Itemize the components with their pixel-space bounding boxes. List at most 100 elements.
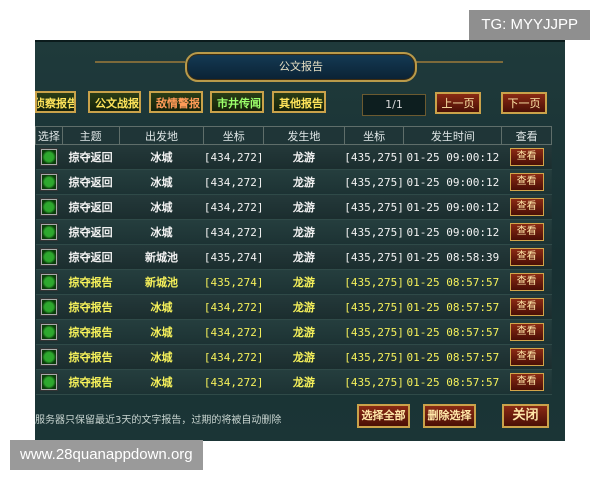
cell-time: 01-25 09:00:12 <box>403 144 502 170</box>
view-button[interactable]: 查看 <box>509 298 544 316</box>
cell-origin: 冰城 <box>119 344 204 370</box>
table-row[interactable]: 掠夺返回 新城池 [435,274] 龙游 [435,275] 01-25 08:58:3… <box>35 244 552 270</box>
col-header-origin-coord: 坐标 <box>203 126 265 145</box>
row-select-checkbox[interactable] <box>40 299 57 315</box>
cell-subject: 掠夺返回 <box>62 144 119 170</box>
tab-other-reports[interactable]: 其他报告 <box>272 91 326 113</box>
table-row[interactable]: 掠夺报告 冰城 [434,272] 龙游 [435,275] 01-25 08:57:57… <box>35 294 552 320</box>
cell-view: 查看 <box>501 244 552 270</box>
select-all-button[interactable]: 选择全部 <box>357 404 410 428</box>
tab-scout-report[interactable]: 侦察报告 <box>35 91 76 113</box>
cell-subject: 掠夺报告 <box>62 294 119 320</box>
table-row[interactable]: 掠夺返回 冰城 [434,272] 龙游 [435,275] 01-25 09:00:12… <box>35 169 552 195</box>
view-button[interactable]: 查看 <box>509 348 544 366</box>
table-row[interactable]: 掠夺报告 冰城 [434,272] 龙游 [435,275] 01-25 08:57:57… <box>35 369 552 395</box>
delete-selected-button[interactable]: 删除选择 <box>423 404 476 428</box>
cell-time: 01-25 08:57:57 <box>403 369 502 395</box>
cell-origin-coord: [434,272] <box>203 144 264 170</box>
retention-notice: 服务器只保留最近3天的文字报告，过期的将被自动删除 <box>35 415 282 426</box>
row-select-checkbox[interactable] <box>40 149 57 165</box>
view-button[interactable]: 查看 <box>509 173 544 191</box>
row-select-checkbox[interactable] <box>40 199 57 215</box>
cell-time: 01-25 08:58:39 <box>403 244 502 270</box>
cell-view: 查看 <box>501 169 552 195</box>
view-button[interactable]: 查看 <box>509 148 544 166</box>
row-select-checkbox[interactable] <box>40 274 57 290</box>
row-select-checkbox[interactable] <box>40 224 57 240</box>
col-header-destination: 发生地 <box>263 126 345 145</box>
tab-enemy-alert[interactable]: 敌情警报 <box>149 91 203 113</box>
cell-time: 01-25 08:57:57 <box>403 319 502 345</box>
cell-subject: 掠夺报告 <box>62 344 119 370</box>
report-table: 选择 主题 出发地 坐标 发生地 坐标 发生时间 查看 掠夺返回 冰城 [434,2… <box>35 126 552 395</box>
cell-time: 01-25 08:57:57 <box>403 344 502 370</box>
cell-checkbox <box>35 144 63 170</box>
cell-view: 查看 <box>501 194 552 220</box>
tab-market-rumors[interactable]: 市井传闻 <box>210 91 264 113</box>
cell-destination-coord: [435,275] <box>344 319 404 345</box>
view-button[interactable]: 查看 <box>509 223 544 241</box>
cell-destination-coord: [435,275] <box>344 269 404 295</box>
cell-origin: 冰城 <box>119 294 204 320</box>
cell-subject: 掠夺报告 <box>62 319 119 345</box>
cell-view: 查看 <box>501 369 552 395</box>
cell-origin: 冰城 <box>119 194 204 220</box>
col-header-subject: 主题 <box>61 126 120 145</box>
view-button[interactable]: 查看 <box>509 373 544 391</box>
cell-view: 查看 <box>501 344 552 370</box>
cell-checkbox <box>35 169 63 195</box>
cell-origin-coord: [435,274] <box>203 244 264 270</box>
table-row[interactable]: 掠夺返回 冰城 [434,272] 龙游 [435,275] 01-25 09:00:12… <box>35 144 552 170</box>
cell-time: 01-25 08:57:57 <box>403 294 502 320</box>
cell-checkbox <box>35 294 63 320</box>
cell-origin-coord: [434,272] <box>203 294 264 320</box>
cell-subject: 掠夺报告 <box>62 269 119 295</box>
watermark-top: TG: MYYJJPP <box>469 10 590 40</box>
cell-destination: 龙游 <box>263 369 345 395</box>
next-page-button[interactable]: 下一页 <box>501 92 547 114</box>
table-row[interactable]: 掠夺报告 冰城 [434,272] 龙游 [435,275] 01-25 08:57:57… <box>35 344 552 370</box>
cell-destination: 龙游 <box>263 219 345 245</box>
row-select-checkbox[interactable] <box>40 324 57 340</box>
tab-official-battle-report[interactable]: 公文战报 <box>88 91 141 113</box>
view-button[interactable]: 查看 <box>509 248 544 266</box>
cell-origin: 冰城 <box>119 169 204 195</box>
cell-origin: 冰城 <box>119 219 204 245</box>
cell-view: 查看 <box>501 294 552 320</box>
table-header-row: 选择 主题 出发地 坐标 发生地 坐标 发生时间 查看 <box>35 126 552 145</box>
cell-time: 01-25 09:00:12 <box>403 194 502 220</box>
row-select-checkbox[interactable] <box>40 174 57 190</box>
cell-view: 查看 <box>501 144 552 170</box>
cell-checkbox <box>35 369 63 395</box>
view-button[interactable]: 查看 <box>509 273 544 291</box>
cell-origin: 新城池 <box>119 244 204 270</box>
row-select-checkbox[interactable] <box>40 349 57 365</box>
cell-destination-coord: [435,275] <box>344 194 404 220</box>
cell-subject: 掠夺返回 <box>62 169 119 195</box>
cell-subject: 掠夺返回 <box>62 244 119 270</box>
prev-page-button[interactable]: 上一页 <box>435 92 481 114</box>
table-row[interactable]: 掠夺报告 冰城 [434,272] 龙游 [435,275] 01-25 08:57:57… <box>35 319 552 345</box>
cell-checkbox <box>35 194 63 220</box>
cell-checkbox <box>35 344 63 370</box>
title-ornament-left <box>95 61 185 63</box>
table-row[interactable]: 掠夺返回 冰城 [434,272] 龙游 [435,275] 01-25 09:00:12… <box>35 194 552 220</box>
table-row[interactable]: 掠夺报告 新城池 [435,274] 龙游 [435,275] 01-25 08:57:5… <box>35 269 552 295</box>
view-button[interactable]: 查看 <box>509 198 544 216</box>
cell-destination-coord: [435,275] <box>344 344 404 370</box>
close-button[interactable]: 关闭 <box>502 404 549 428</box>
cell-view: 查看 <box>501 269 552 295</box>
cell-destination-coord: [435,275] <box>344 144 404 170</box>
cell-time: 01-25 09:00:12 <box>403 169 502 195</box>
cell-view: 查看 <box>501 319 552 345</box>
cell-origin-coord: [434,272] <box>203 194 264 220</box>
cell-destination-coord: [435,275] <box>344 369 404 395</box>
col-header-view: 查看 <box>501 126 552 145</box>
cell-subject: 掠夺报告 <box>62 369 119 395</box>
view-button[interactable]: 查看 <box>509 323 544 341</box>
cell-origin-coord: [434,272] <box>203 319 264 345</box>
cell-destination-coord: [435,275] <box>344 219 404 245</box>
row-select-checkbox[interactable] <box>40 249 57 265</box>
row-select-checkbox[interactable] <box>40 374 57 390</box>
table-row[interactable]: 掠夺返回 冰城 [434,272] 龙游 [435,275] 01-25 09:00:12… <box>35 219 552 245</box>
